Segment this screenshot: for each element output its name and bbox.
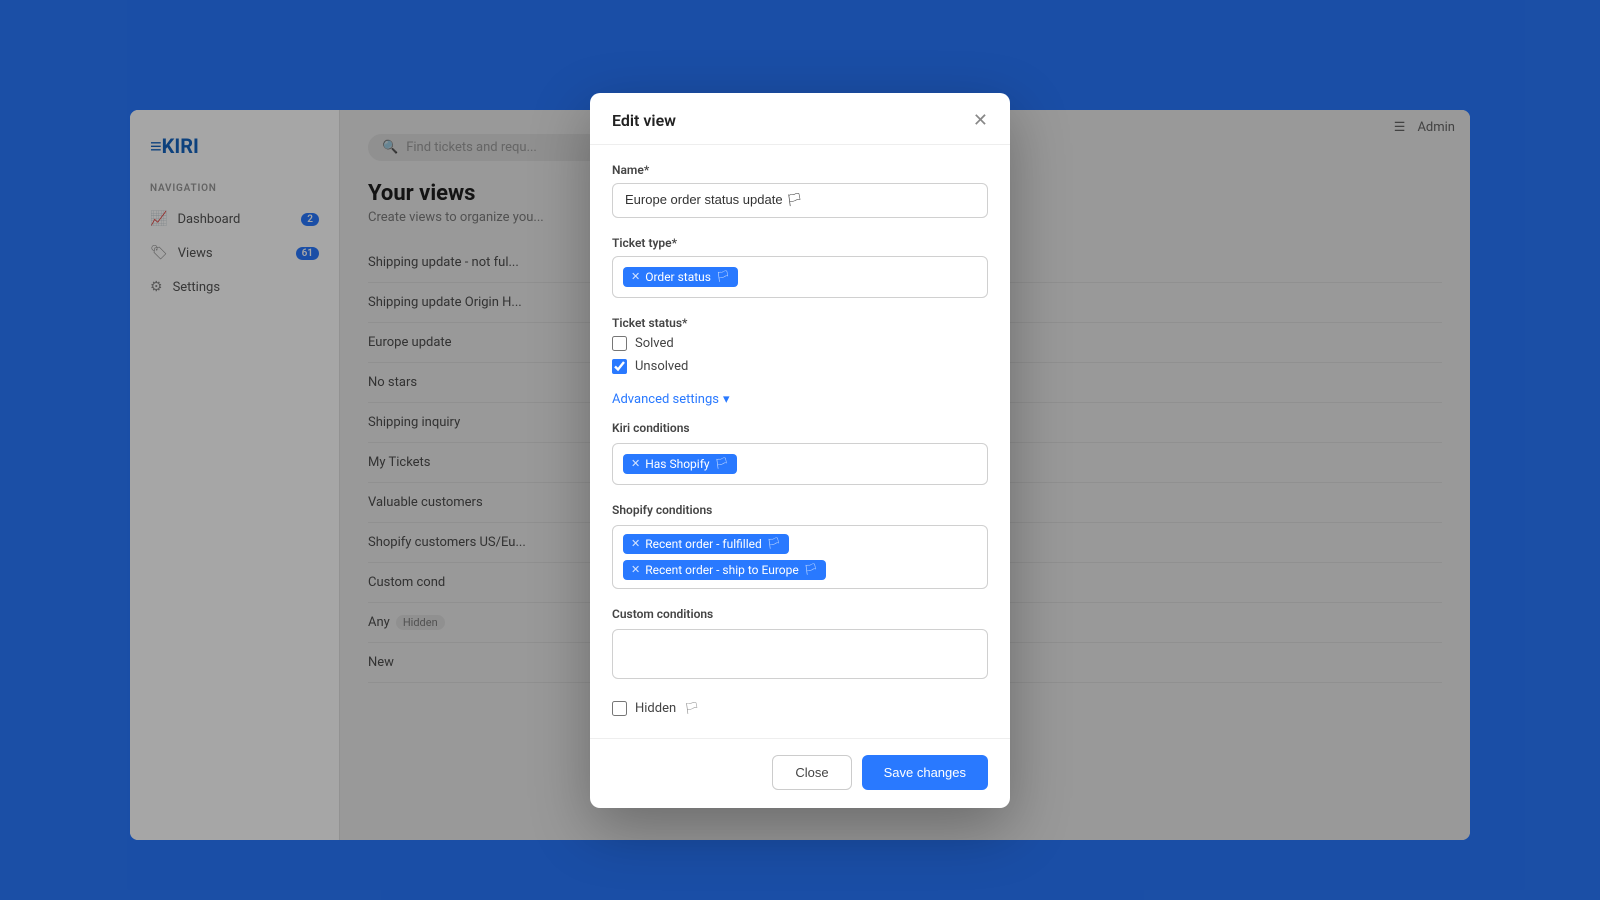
ticket-status-form-group: Ticket status* Solved Unsolved [612, 316, 988, 374]
advanced-settings-link[interactable]: Advanced settings ▾ [612, 392, 988, 407]
modal-footer: Close Save changes [590, 738, 1010, 808]
save-changes-button[interactable]: Save changes [862, 755, 988, 790]
modal-body: Name* Ticket type* ✕ Order status 🏳 Tick… [590, 145, 1010, 738]
ticket-status-checkboxes: Solved Unsolved [612, 336, 988, 374]
shopify-tag-icon-1: 🏳 [767, 537, 781, 550]
shopify-tag-remove-2[interactable]: ✕ [631, 563, 640, 576]
ticket-type-label: Ticket type* [612, 236, 988, 250]
custom-conditions-input[interactable] [612, 629, 988, 679]
modal-header: Edit view ✕ [590, 93, 1010, 145]
unsolved-label: Unsolved [635, 359, 688, 374]
tag-info-icon: 🏳 [716, 270, 730, 283]
kiri-conditions-group: Kiri conditions ✕ Has Shopify 🏳 [612, 421, 988, 485]
solved-checkbox[interactable] [612, 336, 627, 351]
advanced-settings-label: Advanced settings [612, 392, 719, 407]
kiri-conditions-label: Kiri conditions [612, 421, 988, 435]
hidden-row: Hidden 🏳 [612, 701, 988, 716]
unsolved-checkbox-item[interactable]: Unsolved [612, 359, 988, 374]
modal-close-button[interactable]: ✕ [973, 111, 988, 129]
shopify-tag-remove-1[interactable]: ✕ [631, 537, 640, 550]
kiri-tag-icon: 🏳 [715, 457, 729, 470]
custom-conditions-group: Custom conditions [612, 607, 988, 683]
ticket-status-label: Ticket status* [612, 316, 988, 330]
modal-overlay: Edit view ✕ Name* Ticket type* ✕ Order s… [0, 0, 1600, 900]
ticket-type-form-group: Ticket type* ✕ Order status 🏳 [612, 236, 988, 298]
modal-title: Edit view [612, 111, 676, 130]
shopify-tag-recent-fulfilled: ✕ Recent order - fulfilled 🏳 [623, 534, 789, 554]
hidden-checkbox[interactable] [612, 701, 627, 716]
kiri-conditions-tag-input[interactable]: ✕ Has Shopify 🏳 [612, 443, 988, 485]
close-button[interactable]: Close [772, 755, 851, 790]
kiri-tag-remove[interactable]: ✕ [631, 457, 640, 470]
name-label: Name* [612, 163, 988, 177]
shopify-tag-ship-europe: ✕ Recent order - ship to Europe 🏳 [623, 560, 826, 580]
name-form-group: Name* [612, 163, 988, 218]
solved-checkbox-item[interactable]: Solved [612, 336, 988, 351]
shopify-tag-label-1: Recent order - fulfilled [645, 537, 762, 551]
tag-remove-icon[interactable]: ✕ [631, 270, 640, 283]
unsolved-checkbox[interactable] [612, 359, 627, 374]
chevron-down-icon: ▾ [723, 392, 730, 407]
hidden-info-icon: 🏳 [684, 701, 699, 715]
kiri-tag-has-shopify: ✕ Has Shopify 🏳 [623, 454, 737, 474]
shopify-conditions-label: Shopify conditions [612, 503, 988, 517]
kiri-tag-label: Has Shopify [645, 457, 709, 471]
edit-view-modal: Edit view ✕ Name* Ticket type* ✕ Order s… [590, 93, 1010, 808]
shopify-conditions-tag-input[interactable]: ✕ Recent order - fulfilled 🏳 ✕ Recent or… [612, 525, 988, 589]
tag-label: Order status [645, 270, 711, 284]
ticket-type-tag-input[interactable]: ✕ Order status 🏳 [612, 256, 988, 298]
hidden-label: Hidden [635, 701, 676, 716]
ticket-type-tag-order-status: ✕ Order status 🏳 [623, 267, 738, 287]
solved-label: Solved [635, 336, 674, 351]
shopify-tag-icon-2: 🏳 [804, 563, 818, 576]
shopify-tag-label-2: Recent order - ship to Europe [645, 563, 799, 577]
custom-conditions-label: Custom conditions [612, 607, 988, 621]
shopify-conditions-group: Shopify conditions ✕ Recent order - fulf… [612, 503, 988, 589]
name-input[interactable] [612, 183, 988, 218]
